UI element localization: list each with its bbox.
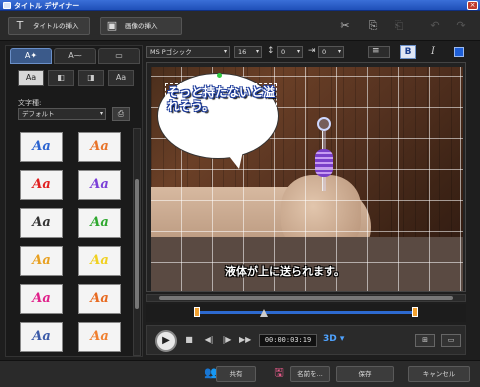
char-spacing-select[interactable]: 0 ▾ bbox=[318, 46, 344, 58]
redo-icon[interactable]: ↷ bbox=[454, 19, 468, 33]
insert-image-button[interactable]: ▣ 画像の挿入 bbox=[100, 17, 182, 35]
line-spacing-value: 0 bbox=[281, 48, 286, 56]
preset-tile[interactable]: Aa bbox=[78, 132, 121, 162]
line-spacing-icon: ↕ bbox=[267, 46, 275, 56]
mark-out-handle[interactable] bbox=[412, 307, 418, 317]
line-spacing-select[interactable]: 0 ▾ bbox=[277, 46, 303, 58]
share-button[interactable]: 共有 bbox=[216, 366, 256, 382]
save-preset-icon[interactable]: ⎙ bbox=[112, 107, 130, 121]
caption-title-2[interactable]: 液体が上に送られます。 bbox=[225, 263, 345, 279]
text-style-outline[interactable]: Aa bbox=[108, 70, 134, 86]
scrollbar-thumb[interactable] bbox=[135, 179, 139, 309]
preset-tile[interactable]: Aa bbox=[20, 132, 63, 162]
preset-tile[interactable]: Aa bbox=[20, 208, 63, 238]
preset-tile[interactable]: Aa bbox=[78, 170, 121, 200]
preset-scrollbar[interactable] bbox=[133, 128, 141, 356]
3d-mode-label: 3D bbox=[323, 334, 337, 344]
insert-image-label: 画像の挿入 bbox=[125, 22, 158, 30]
preset-tile[interactable]: Aa bbox=[20, 246, 63, 276]
playhead[interactable] bbox=[260, 309, 268, 317]
preset-tile[interactable]: Aa bbox=[20, 322, 63, 352]
insert-title-label: タイトルの挿入 bbox=[33, 22, 79, 30]
insert-title-button[interactable]: T タイトルの挿入 bbox=[8, 17, 90, 35]
preview-hscrollbar[interactable] bbox=[146, 294, 466, 302]
chevron-down-icon: ▾ bbox=[339, 334, 345, 344]
paste-icon[interactable]: ⎗ bbox=[392, 19, 406, 33]
font-size-select[interactable]: 16 ▾ bbox=[234, 46, 262, 58]
timecode-display[interactable]: 00:00:03:19 bbox=[259, 334, 317, 347]
mark-in-handle[interactable] bbox=[194, 307, 200, 317]
italic-button[interactable]: I bbox=[426, 45, 440, 59]
align-select[interactable]: ≡ bbox=[368, 46, 390, 58]
format-toolbar: MS Pゴシック ▾ 16 ▾ ↕ 0 ▾ ⇥ 0 ▾ ≡ B I bbox=[146, 45, 476, 59]
safe-area-icon[interactable]: ⊞ bbox=[415, 334, 435, 347]
preset-tile[interactable]: Aa bbox=[78, 246, 121, 276]
bold-button[interactable]: B bbox=[400, 45, 416, 59]
cut-icon[interactable]: ✂ bbox=[338, 19, 352, 33]
tab-text-effects[interactable]: A✦ bbox=[10, 48, 52, 64]
chevron-down-icon: ▾ bbox=[337, 48, 341, 55]
chevron-down-icon: ▾ bbox=[296, 48, 300, 55]
caption-title-1[interactable]: そっと持たないと溢れそう。 bbox=[167, 85, 277, 113]
fast-forward-button[interactable]: ▶▶ bbox=[239, 334, 251, 346]
cancel-button[interactable]: キャンセル bbox=[408, 366, 470, 382]
preset-tile[interactable]: Aa bbox=[78, 322, 121, 352]
window-titlebar: タイトル デザイナー × bbox=[0, 0, 480, 11]
text-style-shadow[interactable]: ◨ bbox=[78, 70, 104, 86]
preset-tile[interactable]: Aa bbox=[78, 208, 121, 238]
main-toolbar: T タイトルの挿入 ▣ 画像の挿入 ✂ ⎘ ⎗ ↶ ↷ bbox=[0, 11, 480, 41]
window-title: タイトル デザイナー bbox=[14, 2, 80, 10]
timeline-trim[interactable] bbox=[146, 304, 466, 322]
aspect-ratio-icon[interactable]: ▭ bbox=[441, 334, 461, 347]
playback-controls: ▶ ■ ◀| |▶ ▶▶ 00:00:03:19 3D ▾ ⊞ ▭ bbox=[146, 325, 466, 355]
preset-grid: Aa Aa Aa Aa Aa Aa Aa Aa Aa Aa Aa Aa bbox=[12, 128, 129, 356]
style-panel: A✦ A⁓ ▭ Aa ◧ ◨ Aa 文字種: デフォルト ▾ ⎙ Aa Aa A… bbox=[5, 45, 143, 357]
preview-area[interactable]: そっと持たないと溢れそう。 液体が上に送られます。 bbox=[146, 62, 466, 292]
chevron-down-icon: ▾ bbox=[255, 48, 259, 55]
bottom-bar: 👥 共有 🖫 名前を... 保存 キャンセル bbox=[0, 360, 480, 387]
preset-tile[interactable]: Aa bbox=[20, 170, 63, 200]
undo-icon[interactable]: ↶ bbox=[428, 19, 442, 33]
tab-background[interactable]: ▭ bbox=[98, 48, 140, 64]
close-button[interactable]: × bbox=[467, 1, 478, 10]
char-spacing-value: 0 bbox=[322, 48, 327, 56]
text-type-select[interactable]: デフォルト ▾ bbox=[18, 108, 106, 120]
image-icon: ▣ bbox=[106, 19, 118, 32]
stop-button[interactable]: ■ bbox=[183, 334, 195, 346]
font-size-value: 16 bbox=[238, 48, 247, 56]
copy-icon[interactable]: ⎘ bbox=[366, 19, 380, 33]
align-icon: ≡ bbox=[372, 46, 380, 56]
3d-mode-button[interactable]: 3D ▾ bbox=[323, 334, 344, 344]
save-as-button[interactable]: 名前を... bbox=[290, 366, 330, 382]
font-value: MS Pゴシック bbox=[150, 48, 192, 56]
chevron-down-icon: ▾ bbox=[223, 48, 227, 55]
chevron-down-icon: ▾ bbox=[99, 110, 103, 117]
rotate-handle[interactable] bbox=[217, 73, 222, 78]
save-as-icon[interactable]: 🖫 bbox=[270, 364, 288, 382]
prev-frame-button[interactable]: ◀| bbox=[203, 334, 215, 346]
font-select[interactable]: MS Pゴシック ▾ bbox=[146, 46, 230, 58]
text-type-label: 文字種: bbox=[18, 99, 42, 107]
text-icon: T bbox=[16, 19, 24, 32]
preset-tile[interactable]: Aa bbox=[20, 284, 63, 314]
app-icon bbox=[3, 2, 11, 9]
timeline-track bbox=[194, 311, 414, 314]
next-frame-button[interactable]: |▶ bbox=[221, 334, 233, 346]
text-type-value: デフォルト bbox=[22, 110, 55, 118]
text-color-swatch[interactable] bbox=[454, 47, 464, 57]
preset-tile[interactable]: Aa bbox=[78, 284, 121, 314]
text-style-preset[interactable]: Aa bbox=[18, 70, 44, 86]
text-style-border[interactable]: ◧ bbox=[48, 70, 74, 86]
save-button[interactable]: 保存 bbox=[336, 366, 394, 382]
tab-motion[interactable]: A⁓ bbox=[54, 48, 96, 64]
play-button[interactable]: ▶ bbox=[155, 330, 177, 352]
speech-bubble-tail bbox=[225, 151, 243, 169]
scrollbar-thumb[interactable] bbox=[159, 296, 453, 300]
char-spacing-icon: ⇥ bbox=[308, 46, 316, 56]
